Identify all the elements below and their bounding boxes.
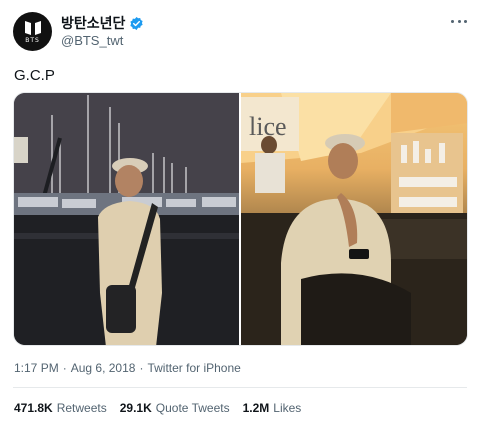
retweets-stat[interactable]: 471.8K Retweets <box>14 401 107 415</box>
quote-tweets-count: 29.1K <box>119 401 152 415</box>
verified-badge-icon <box>130 16 144 30</box>
quote-tweets-stat[interactable]: 29.1K Quote Tweets <box>120 401 230 415</box>
harbor-night-image <box>14 93 239 345</box>
likes-count: 1.2M <box>242 401 270 415</box>
photo-tent[interactable]: lice <box>241 93 467 345</box>
handle[interactable]: @BTS_twt <box>61 33 123 48</box>
meta-separator-2: · <box>139 361 144 375</box>
media-grid: lice <box>13 92 468 346</box>
tweet: BTS 방탄소년단 @BTS_twt G.C.P lice 1:17 PM · … <box>0 0 480 431</box>
bts-logo-icon <box>24 20 41 35</box>
quote-tweets-label: Quote Tweets <box>155 401 230 415</box>
tent-image: lice <box>241 93 467 345</box>
more-options-icon[interactable] <box>451 14 467 28</box>
display-name[interactable]: 방탄소년단 <box>61 13 125 33</box>
avatar-label: BTS <box>25 36 40 44</box>
retweets-label: Retweets <box>56 401 107 415</box>
divider <box>13 387 467 388</box>
likes-stat[interactable]: 1.2M Likes <box>243 401 302 415</box>
tweet-text: G.C.P <box>14 67 55 84</box>
avatar[interactable]: BTS <box>13 12 52 51</box>
tweet-meta: 1:17 PM · Aug 6, 2018 · Twitter for iPho… <box>14 361 241 375</box>
retweets-count: 471.8K <box>14 401 53 415</box>
author-name-row: 방탄소년단 <box>61 14 144 32</box>
photo-harbor-night[interactable] <box>14 93 239 345</box>
tweet-date[interactable]: Aug 6, 2018 <box>71 361 136 375</box>
tweet-source[interactable]: Twitter for iPhone <box>147 361 240 375</box>
likes-label: Likes <box>273 401 302 415</box>
tweet-time[interactable]: 1:17 PM <box>14 361 59 375</box>
tweet-stats: 471.8K Retweets 29.1K Quote Tweets 1.2M … <box>14 401 301 415</box>
meta-separator: · <box>62 361 67 375</box>
